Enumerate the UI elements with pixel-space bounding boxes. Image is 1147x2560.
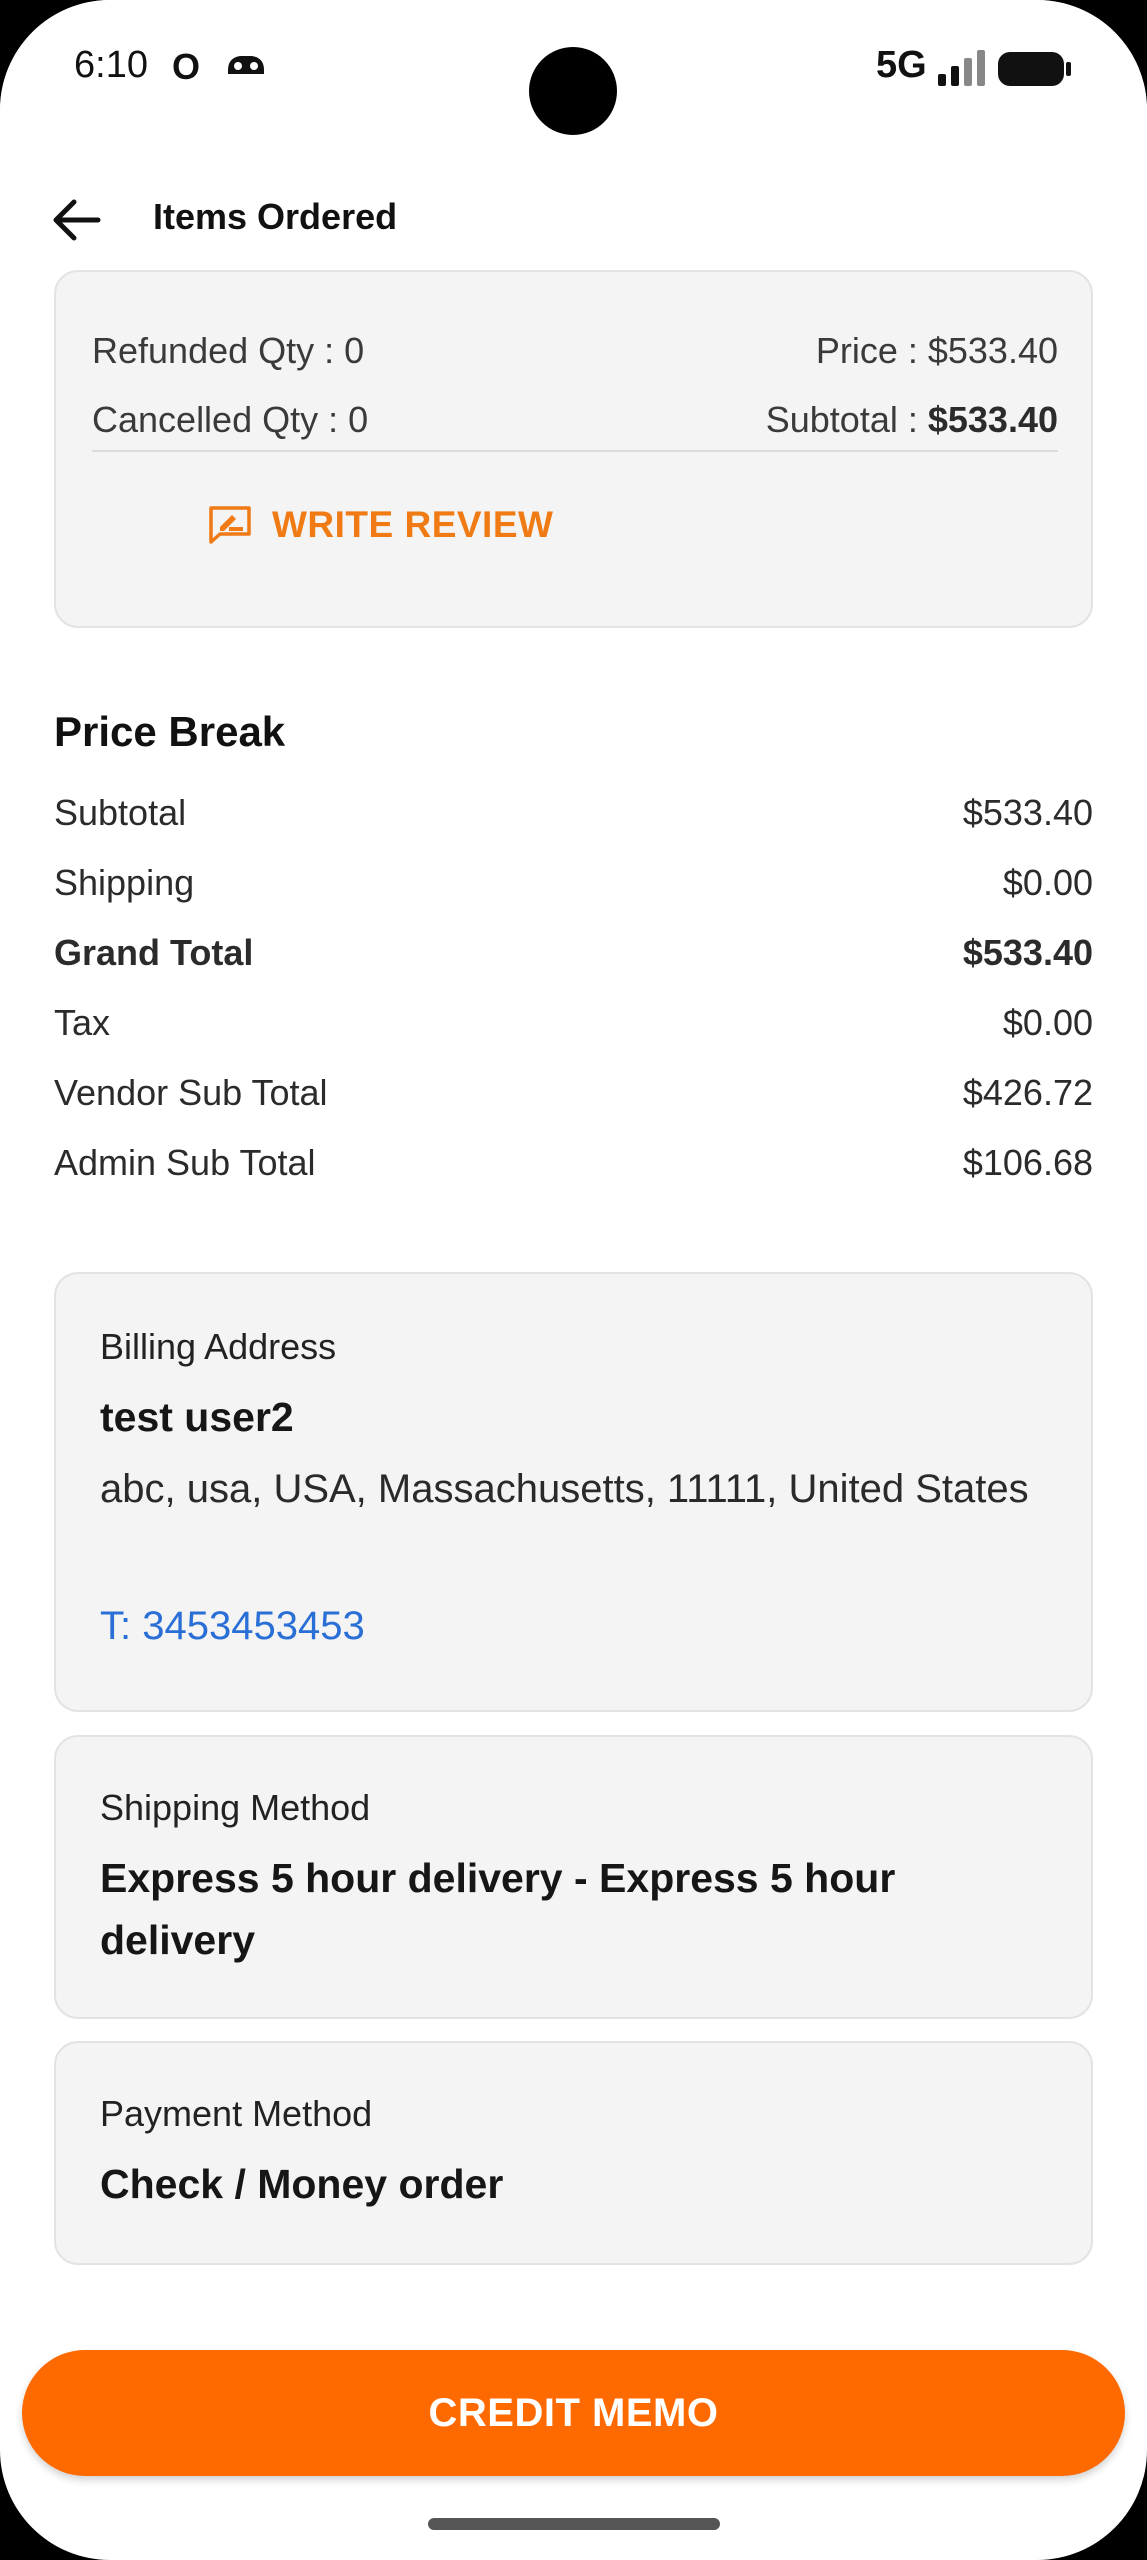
price-label: Grand Total xyxy=(54,932,254,973)
notification-o-icon: O xyxy=(172,46,201,87)
price-break-title: Price Break xyxy=(54,708,286,755)
credit-memo-label: CREDIT MEMO xyxy=(428,2390,719,2435)
billing-address-text: abc, usa, USA, Massachusetts, 11111, Uni… xyxy=(100,1467,1029,1511)
price-value: $0.00 xyxy=(1002,1002,1093,1043)
home-indicator[interactable] xyxy=(428,2518,720,2530)
shipping-method-value: Express 5 hour delivery - Express 5 hour… xyxy=(100,1855,896,1963)
order-details-content[interactable]: Refunded Qty : 0 Price : $533.40 Cancell… xyxy=(0,270,1147,2330)
price-value: $426.72 xyxy=(962,1072,1093,1113)
item-subtotal: Subtotal : $533.40 xyxy=(766,399,1058,441)
price-value: $106.68 xyxy=(962,1142,1093,1183)
price-value: $533.40 xyxy=(962,932,1093,973)
price-row-vendor-subtotal: Vendor Sub Total $426.72 xyxy=(54,1072,1093,1120)
item-price: Price : $533.40 xyxy=(815,330,1058,371)
car-icon xyxy=(228,56,264,74)
shipping-method-card: Shipping Method Express 5 hour delivery … xyxy=(54,1735,1093,2019)
back-arrow-icon[interactable] xyxy=(46,190,106,250)
price-row-subtotal: Subtotal $533.40 xyxy=(54,792,1093,840)
ordered-item-card: Refunded Qty : 0 Price : $533.40 Cancell… xyxy=(54,270,1093,628)
shipping-method-label: Shipping Method xyxy=(100,1787,371,1828)
price-row-shipping: Shipping $0.00 xyxy=(54,862,1093,910)
billing-address-card: Billing Address test user2 abc, usa, USA… xyxy=(54,1272,1093,1712)
payment-method-card: Payment Method Check / Money order xyxy=(54,2041,1093,2265)
price-label: Subtotal xyxy=(54,792,187,833)
billing-name: test user2 xyxy=(100,1394,294,1440)
cancelled-qty: Cancelled Qty : 0 xyxy=(92,399,369,440)
price-label: Vendor Sub Total xyxy=(54,1072,328,1113)
battery-icon xyxy=(998,52,1071,86)
price-label: Shipping xyxy=(54,862,195,903)
price-value: $533.40 xyxy=(962,792,1093,833)
cancelled-row: Cancelled Qty : 0 Subtotal : $533.40 xyxy=(92,399,1058,441)
page-title: Items Ordered xyxy=(153,196,398,237)
signal-icon xyxy=(938,50,985,86)
item-subtotal-label: Subtotal : xyxy=(765,399,928,440)
status-bar: 6:10 O 5G xyxy=(0,0,1147,140)
item-subtotal-value: $533.40 xyxy=(927,399,1058,440)
payment-method-label: Payment Method xyxy=(100,2093,373,2134)
refunded-qty: Refunded Qty : 0 xyxy=(92,330,365,371)
app-screen: 6:10 O 5G Items Ordered Refunded Qty: 0… xyxy=(0,0,1147,2560)
price-row-grand-total: Grand Total $533.40 xyxy=(54,932,1093,980)
write-review-button[interactable]: WRITE REVIEW xyxy=(208,504,553,546)
credit-memo-button[interactable]: CREDIT MEMO xyxy=(22,2350,1125,2476)
price-row-admin-subtotal: Admin Sub Total $106.68 xyxy=(54,1142,1093,1190)
price-row-tax: Tax $0.00 xyxy=(54,1002,1093,1050)
refunded-row: Refunded Qty : 0 Price : $533.40 xyxy=(92,330,1058,372)
billing-address-label: Billing Address xyxy=(100,1326,337,1367)
divider xyxy=(92,450,1058,452)
write-review-label: WRITE REVIEW xyxy=(272,504,554,545)
billing-phone-link[interactable]: T: 3453453453 xyxy=(100,1604,365,1649)
rate-review-icon xyxy=(209,506,251,544)
network-type: 5G xyxy=(876,44,927,86)
payment-method-value: Check / Money order xyxy=(100,2161,504,2207)
status-time: 6:10 xyxy=(74,44,148,86)
price-label: Admin Sub Total xyxy=(54,1142,316,1183)
price-value: $0.00 xyxy=(1002,862,1093,903)
price-label: Tax xyxy=(54,1002,111,1043)
camera-cutout xyxy=(529,47,617,135)
